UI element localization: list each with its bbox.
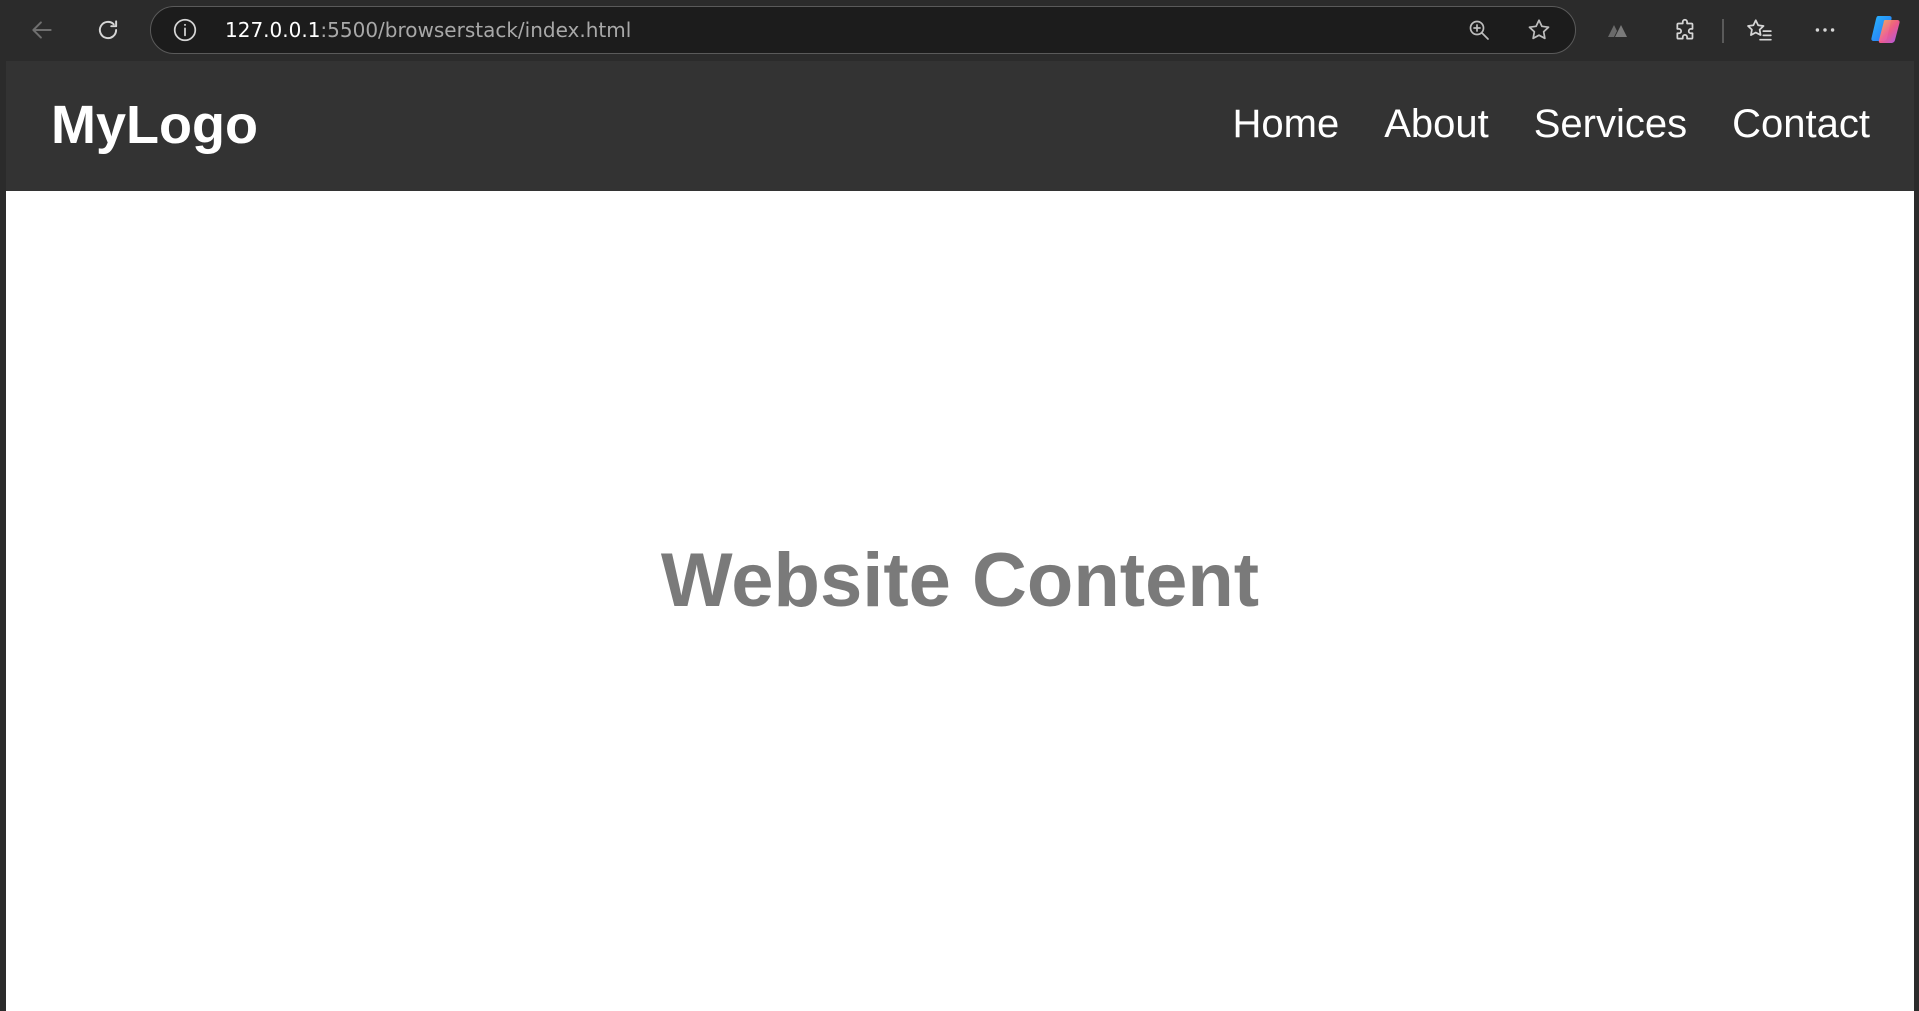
favorites-list-icon — [1747, 19, 1772, 41]
puzzle-icon — [1676, 18, 1694, 40]
url-host: 127.0.0.1 — [225, 18, 321, 42]
toolbar-divider — [1722, 19, 1724, 43]
copilot-icon — [1871, 16, 1900, 43]
copilot-button[interactable] — [1866, 9, 1906, 49]
back-button[interactable] — [22, 10, 62, 50]
more-menu-button[interactable] — [1805, 10, 1845, 50]
nav-link-contact[interactable]: Contact — [1732, 99, 1870, 149]
refresh-icon — [98, 20, 118, 40]
site-logo[interactable]: MyLogo — [51, 93, 258, 157]
extensions-button[interactable] — [1666, 10, 1706, 50]
add-favorite-button[interactable] — [1524, 15, 1554, 45]
zoom-button[interactable] — [1464, 15, 1494, 45]
browser-toolbar: 127.0.0.1:5500/browserstack/index.html — [0, 0, 1919, 61]
site-header: MyLogo Home About Services Contact — [6, 61, 1914, 191]
nav-link-home[interactable]: Home — [1233, 99, 1340, 149]
nav-link-services[interactable]: Services — [1534, 99, 1687, 149]
info-icon — [173, 18, 197, 42]
page-heading: Website Content — [660, 538, 1260, 623]
main-nav: Home About Services Contact — [1233, 99, 1870, 149]
site-info-button[interactable] — [171, 16, 199, 44]
url-path: :5500/browserstack/index.html — [320, 18, 632, 42]
read-aloud-icon — [1608, 25, 1627, 37]
url-field[interactable]: 127.0.0.1:5500/browserstack/index.html — [225, 7, 631, 53]
star-icon — [1528, 19, 1550, 40]
read-aloud-button[interactable] — [1599, 10, 1639, 50]
page-viewport: MyLogo Home About Services Contact Websi… — [6, 61, 1914, 1011]
favorites-button[interactable] — [1739, 10, 1779, 50]
refresh-button[interactable] — [88, 10, 128, 50]
address-bar[interactable]: 127.0.0.1:5500/browserstack/index.html — [150, 6, 1576, 54]
zoom-in-icon — [1469, 20, 1489, 40]
more-dots-icon — [1815, 28, 1835, 32]
arrow-left-icon — [32, 21, 52, 39]
nav-link-about[interactable]: About — [1384, 99, 1489, 149]
